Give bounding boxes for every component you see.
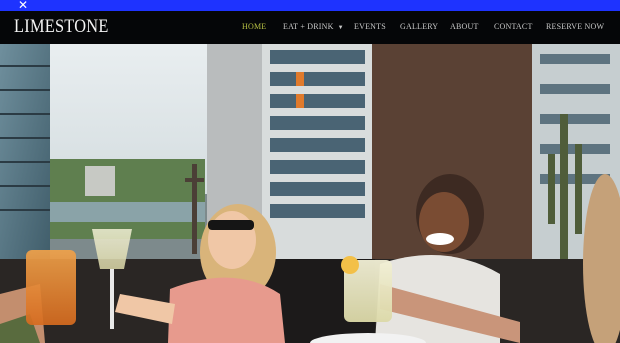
nav-events[interactable]: EVENTS <box>354 22 386 31</box>
top-announcement-bar: ✕ <box>0 0 620 12</box>
nav-eat-drink-label: EAT + DRINK <box>283 22 334 31</box>
hero-image <box>0 44 620 343</box>
close-icon[interactable]: ✕ <box>17 0 29 12</box>
nav-home[interactable]: HOME <box>242 22 266 31</box>
nav-contact[interactable]: CONTACT <box>494 22 533 31</box>
site-logo[interactable]: LIMESTONE <box>14 17 109 37</box>
nav-about[interactable]: ABOUT <box>450 22 479 31</box>
chevron-down-icon: ▼ <box>337 25 344 31</box>
nav-reserve-now[interactable]: RESERVE NOW <box>546 22 604 31</box>
hero-photo-illustration <box>0 44 620 343</box>
site-header: LIMESTONE HOME EAT + DRINK ▼ EVENTS GALLE… <box>0 11 620 44</box>
nav-eat-drink[interactable]: EAT + DRINK ▼ <box>283 22 344 31</box>
nav-gallery[interactable]: GALLERY <box>400 22 438 31</box>
